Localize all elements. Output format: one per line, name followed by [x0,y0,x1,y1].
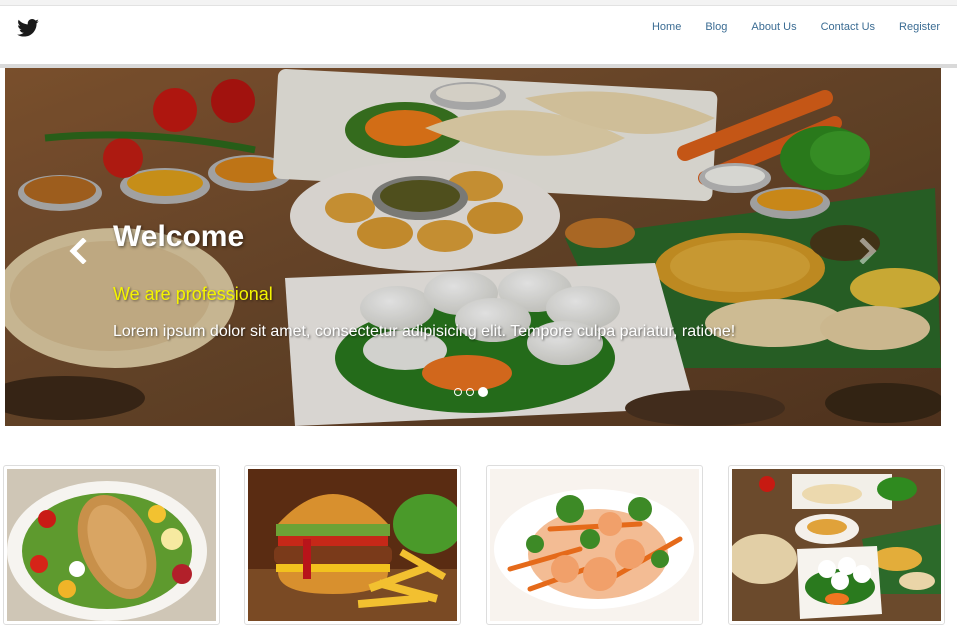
twitter-bird-icon[interactable] [17,19,39,37]
carousel-subheading: We are professional [113,284,273,304]
nav-blog-link[interactable]: Blog [705,21,727,33]
thumbnail-row [0,465,957,630]
thumbnail-card[interactable] [3,465,220,625]
carousel-text: Lorem ipsum dolor sit amet, consectetur … [113,323,736,340]
nav-about-link[interactable]: About Us [751,21,796,33]
nav-register-link[interactable]: Register [899,21,940,33]
carousel-caption: Welcome We are professional Lorem ipsum … [113,220,763,345]
chevron-right-icon[interactable] [859,238,879,264]
thumbnail-card[interactable] [244,465,461,625]
nav-home-link[interactable]: Home [652,21,681,33]
hero-carousel[interactable]: Welcome We are professional Lorem ipsum … [5,68,941,426]
thumbnail-card[interactable] [486,465,703,625]
nav-menu: Home Blog About Us Contact Us Register [628,21,940,33]
indian-food-spread-image [732,469,941,621]
carousel-indicator-3[interactable] [478,387,488,397]
carousel-indicator-2[interactable] [466,388,474,396]
nav-contact-link[interactable]: Contact Us [821,21,875,33]
burger-and-fries-image [248,469,457,621]
chevron-left-icon[interactable] [67,238,87,264]
carousel-indicator-1[interactable] [454,388,462,396]
thumbnail-card[interactable] [728,465,945,625]
navbar: Home Blog About Us Contact Us Register [0,6,957,64]
carousel-heading: Welcome [113,220,245,253]
carousel-indicators [454,387,488,397]
shrimp-stir-fry-image [490,469,699,621]
grilled-chicken-salad-image [7,469,216,621]
